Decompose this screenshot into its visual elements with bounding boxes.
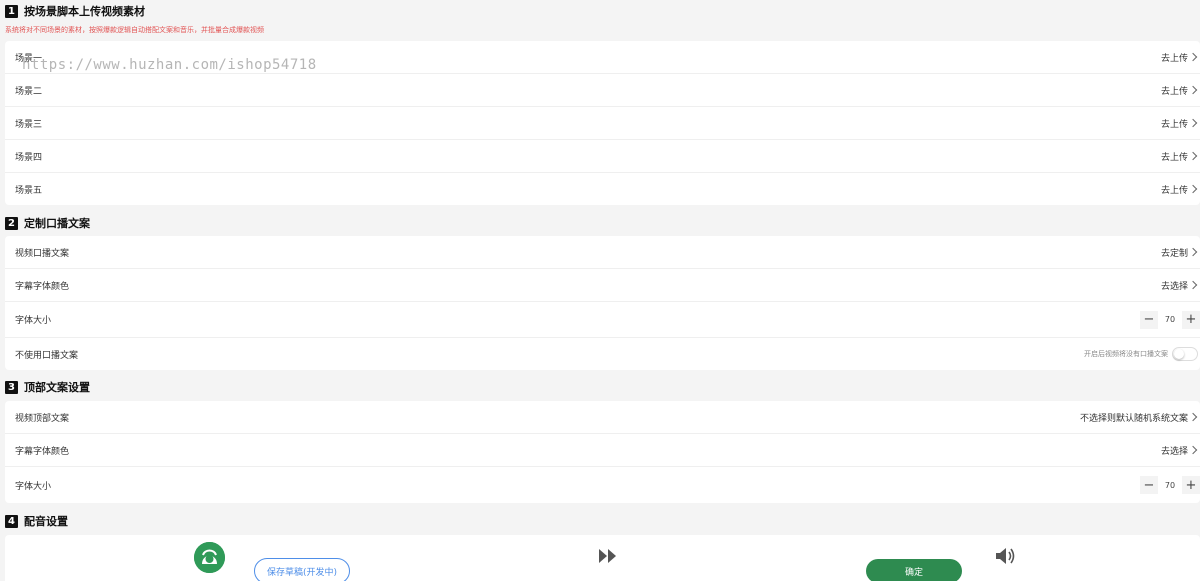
select-color-link[interactable]: 去选择 bbox=[1161, 279, 1188, 292]
upload-link[interactable]: 去上传 bbox=[1161, 84, 1188, 97]
customize-link[interactable]: 去定制 bbox=[1161, 246, 1188, 259]
section-2-header: 2 定制口播文案 bbox=[5, 214, 90, 232]
top-subtitle-color-label: 字幕字体颜色 bbox=[15, 446, 70, 457]
upload-link[interactable]: 去上传 bbox=[1161, 117, 1188, 130]
chevron-right-icon bbox=[1188, 412, 1198, 422]
section-3-header: 3 顶部文案设置 bbox=[5, 378, 90, 396]
volume-icon[interactable] bbox=[995, 546, 1017, 570]
disable-voiceover-hint: 开启后视频将没有口播文案 bbox=[1084, 350, 1168, 358]
disable-voiceover-label: 不使用口播文案 bbox=[15, 350, 79, 361]
section-2-title: 定制口播文案 bbox=[24, 217, 90, 230]
section-3-title: 顶部文案设置 bbox=[24, 381, 90, 394]
top-subtitle-color-row[interactable]: 字幕字体颜色 去选择 bbox=[5, 434, 1200, 467]
disable-voiceover-row: 不使用口播文案 开启后视频将没有口播文案 bbox=[5, 338, 1200, 370]
chevron-right-icon bbox=[1188, 52, 1198, 62]
chevron-right-icon bbox=[1188, 280, 1198, 290]
voiceover-script-row[interactable]: 视频口播文案 去定制 bbox=[5, 236, 1200, 269]
top-font-size-row: 字体大小 − 70 + bbox=[5, 467, 1200, 503]
upload-link[interactable]: 去上传 bbox=[1161, 51, 1188, 64]
section-1-note: 系统将对不同场景的素材，按照爆款逻辑自动搭配文案和音乐，并批量合成爆款视频 bbox=[5, 26, 264, 34]
section-4-header: 4 配音设置 bbox=[5, 512, 68, 530]
section-1-header: 1 按场景脚本上传视频素材 bbox=[5, 2, 145, 20]
top-text-row[interactable]: 视频顶部文案 不选择则默认随机系统文案 bbox=[5, 401, 1200, 434]
section-1-title: 按场景脚本上传视频素材 bbox=[24, 5, 145, 18]
chevron-right-icon bbox=[1188, 118, 1198, 128]
scene-row-2[interactable]: 场景二 去上传 bbox=[5, 74, 1200, 107]
section-4-number: 4 bbox=[5, 514, 18, 528]
upload-link[interactable]: 去上传 bbox=[1161, 183, 1188, 196]
voiceover-settings: 视频口播文案 去定制 字幕字体颜色 去选择 字体大小 − 70 + 不使用口播文… bbox=[5, 236, 1200, 370]
subtitle-color-label: 字幕字体颜色 bbox=[15, 281, 70, 292]
subtitle-color-row[interactable]: 字幕字体颜色 去选择 bbox=[5, 269, 1200, 302]
section-4-title: 配音设置 bbox=[24, 515, 68, 528]
section-2-number: 2 bbox=[5, 216, 18, 230]
font-size-row: 字体大小 − 70 + bbox=[5, 302, 1200, 338]
top-text-label: 视频顶部文案 bbox=[15, 413, 70, 424]
upload-link[interactable]: 去上传 bbox=[1161, 150, 1188, 163]
chevron-right-icon bbox=[1188, 85, 1198, 95]
scene-label: 场景五 bbox=[15, 185, 43, 196]
decrement-button[interactable]: − bbox=[1140, 310, 1158, 329]
font-size-label: 字体大小 bbox=[15, 316, 52, 326]
chevron-right-icon bbox=[1188, 151, 1198, 161]
scene-row-4[interactable]: 场景四 去上传 bbox=[5, 140, 1200, 173]
font-size-stepper: − 70 + bbox=[1140, 310, 1200, 329]
chevron-right-icon bbox=[1188, 184, 1198, 194]
increment-button[interactable]: + bbox=[1182, 476, 1200, 494]
section-3-number: 3 bbox=[5, 380, 18, 394]
increment-button[interactable]: + bbox=[1182, 310, 1200, 329]
top-font-size-label: 字体大小 bbox=[15, 481, 52, 492]
scene-label: 场景二 bbox=[15, 86, 43, 97]
confirm-button[interactable]: 确定 bbox=[866, 559, 962, 581]
chevron-right-icon bbox=[1188, 445, 1198, 455]
avatar-icon[interactable] bbox=[194, 542, 225, 573]
top-font-size-stepper: − 70 + bbox=[1140, 476, 1200, 494]
top-text-settings: 视频顶部文案 不选择则默认随机系统文案 字幕字体颜色 去选择 字体大小 − 70… bbox=[5, 401, 1200, 503]
disable-voiceover-toggle[interactable] bbox=[1172, 347, 1198, 361]
chevron-right-icon bbox=[1188, 247, 1198, 257]
decrement-button[interactable]: − bbox=[1140, 476, 1158, 494]
scene-row-5[interactable]: 场景五 去上传 bbox=[5, 173, 1200, 205]
voiceover-script-label: 视频口播文案 bbox=[15, 248, 70, 259]
font-size-value[interactable]: 70 bbox=[1158, 311, 1182, 329]
save-draft-button[interactable]: 保存草稿(开发中) bbox=[254, 558, 350, 581]
fast-forward-icon[interactable] bbox=[598, 548, 618, 568]
scene-label: 场景三 bbox=[15, 119, 43, 130]
top-select-color-link[interactable]: 去选择 bbox=[1161, 444, 1188, 457]
top-text-action[interactable]: 不选择则默认随机系统文案 bbox=[1080, 411, 1188, 424]
watermark: https://www.huzhan.com/ishop54718 bbox=[22, 57, 317, 73]
scene-label: 场景四 bbox=[15, 152, 43, 163]
section-1-number: 1 bbox=[5, 4, 18, 18]
scene-row-3[interactable]: 场景三 去上传 bbox=[5, 107, 1200, 140]
top-font-size-value[interactable]: 70 bbox=[1158, 476, 1182, 494]
